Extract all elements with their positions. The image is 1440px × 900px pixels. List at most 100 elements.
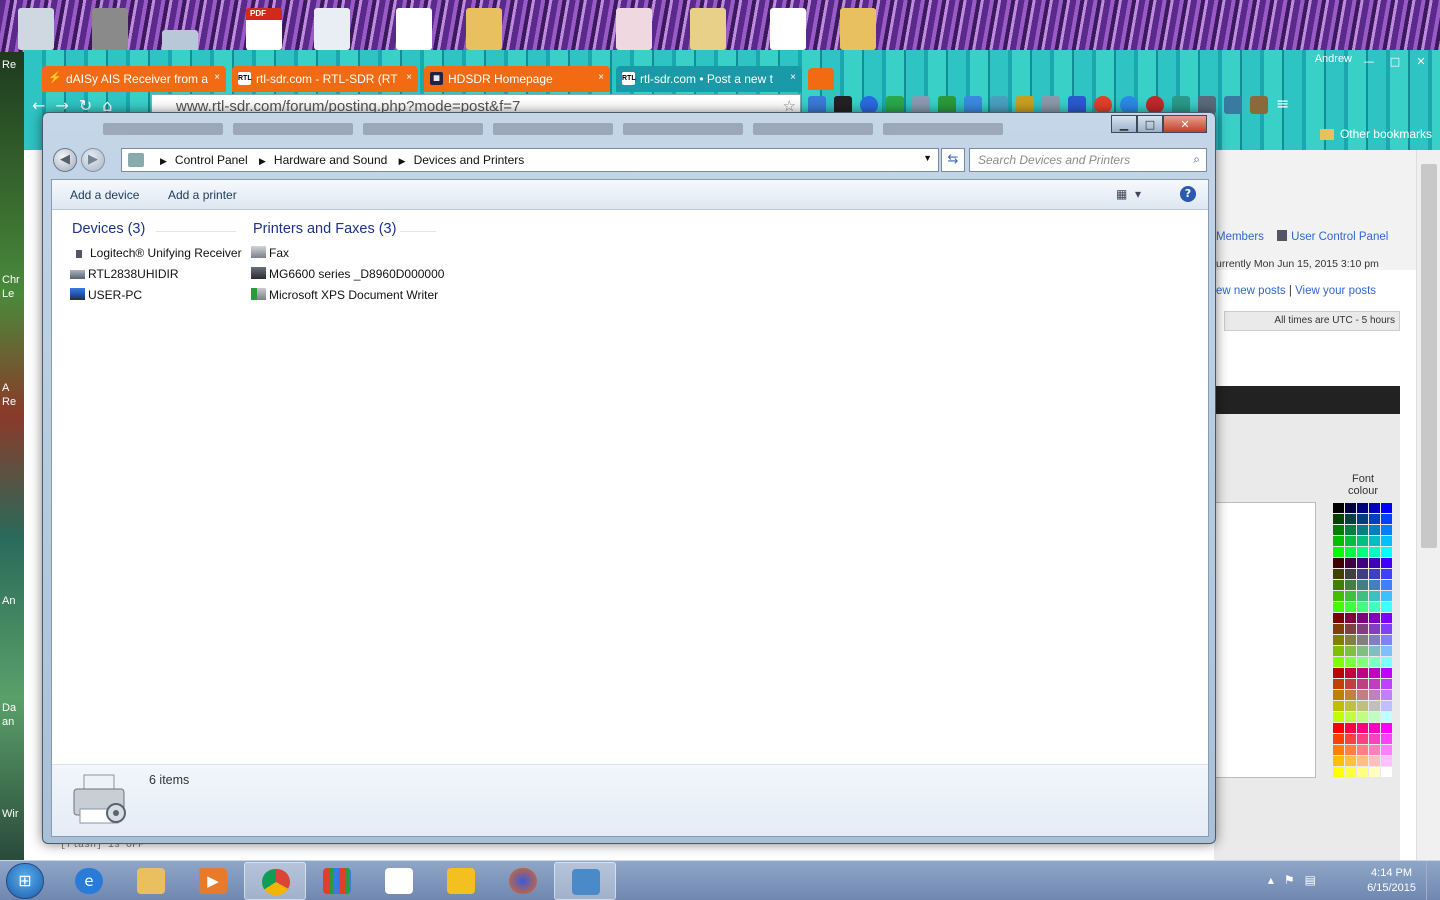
tab-rtl-sdr[interactable]: RTL rtl-sdr.com - RTL-SDR (RT ×: [232, 66, 418, 92]
colour-swatch[interactable]: [1381, 767, 1392, 777]
colour-swatch[interactable]: [1333, 646, 1344, 656]
tab-close-icon[interactable]: ×: [790, 72, 796, 83]
printer-mg6600[interactable]: MG6600 series _D8960D000000: [251, 267, 444, 281]
device-logitech-receiver[interactable]: Logitech® Unifying Receiver: [72, 246, 242, 260]
message-textarea[interactable]: [1214, 502, 1316, 778]
colour-swatch[interactable]: [1381, 591, 1392, 601]
colour-swatch[interactable]: [1381, 690, 1392, 700]
colour-swatch[interactable]: [1345, 668, 1356, 678]
colour-swatch[interactable]: [1345, 514, 1356, 524]
colour-swatch[interactable]: [1369, 745, 1380, 755]
taskbar-firefox[interactable]: [492, 862, 554, 900]
colour-swatch[interactable]: [1381, 679, 1392, 689]
colour-swatch[interactable]: [1345, 503, 1356, 513]
tab-close-icon[interactable]: ×: [598, 72, 604, 83]
colour-swatch[interactable]: [1369, 723, 1380, 733]
colour-swatch[interactable]: [1357, 668, 1368, 678]
colour-swatch[interactable]: [1381, 569, 1392, 579]
breadcrumb[interactable]: ▶ Control Panel ▶ Hardware and Sound ▶ Devi…: [121, 148, 939, 172]
colour-swatch[interactable]: [1333, 734, 1344, 744]
breadcrumb-devices-and-printers[interactable]: Devices and Printers: [414, 153, 525, 167]
notification-icon[interactable]: [616, 8, 652, 50]
show-desktop-button[interactable]: [1426, 861, 1440, 900]
colour-swatch[interactable]: [1381, 657, 1392, 667]
colour-swatch[interactable]: [1381, 701, 1392, 711]
colour-swatch[interactable]: [1381, 723, 1392, 733]
colour-swatch[interactable]: [1369, 767, 1380, 777]
colour-swatch[interactable]: [1345, 701, 1356, 711]
colour-swatch[interactable]: [1369, 514, 1380, 524]
taskbar-keep[interactable]: [430, 862, 492, 900]
colour-swatch[interactable]: [1369, 756, 1380, 766]
taskbar-file-explorer[interactable]: [120, 862, 182, 900]
tab-close-icon[interactable]: ×: [214, 72, 220, 83]
colour-swatch[interactable]: [1381, 646, 1392, 656]
chevron-right-icon[interactable]: ▶: [259, 156, 266, 166]
colour-palette[interactable]: [1333, 503, 1393, 777]
colour-swatch[interactable]: [1369, 613, 1380, 623]
colour-swatch[interactable]: [1381, 624, 1392, 634]
colour-swatch[interactable]: [1369, 679, 1380, 689]
colour-swatch[interactable]: [1345, 624, 1356, 634]
taskbar-devices-printers[interactable]: [554, 862, 616, 900]
colour-swatch[interactable]: [1357, 745, 1368, 755]
help-button[interactable]: ?: [1180, 186, 1196, 202]
colour-swatch[interactable]: [1381, 613, 1392, 623]
colour-swatch[interactable]: [1345, 602, 1356, 612]
pdf-file-icon[interactable]: PDF: [246, 8, 282, 50]
colour-swatch[interactable]: [1357, 525, 1368, 535]
colour-swatch[interactable]: [1345, 613, 1356, 623]
printers-group-header[interactable]: Printers and Faxes (3): [253, 221, 396, 237]
search-icon[interactable]: ⌕: [1193, 152, 1200, 167]
back-arrow-icon[interactable]: ←: [32, 96, 45, 115]
colour-swatch[interactable]: [1333, 558, 1344, 568]
colour-swatch[interactable]: [1369, 690, 1380, 700]
colour-swatch[interactable]: [1381, 580, 1392, 590]
close-button[interactable]: ✕: [1408, 52, 1434, 70]
view-your-posts-link[interactable]: View your posts: [1295, 285, 1376, 297]
colour-swatch[interactable]: [1333, 767, 1344, 777]
minimize-button[interactable]: —: [1356, 52, 1382, 70]
device-rtl2838[interactable]: RTL2838UHIDIR: [70, 267, 178, 281]
extension-icon[interactable]: [1224, 96, 1242, 114]
network-icon[interactable]: ▤: [1305, 873, 1316, 887]
taskbar-notepad[interactable]: [368, 862, 430, 900]
colour-swatch[interactable]: [1369, 591, 1380, 601]
colour-swatch[interactable]: [1333, 657, 1344, 667]
action-center-flag-icon[interactable]: ⚑: [1284, 873, 1295, 887]
colour-swatch[interactable]: [1369, 734, 1380, 744]
chevron-right-icon[interactable]: ▶: [160, 156, 167, 166]
colour-swatch[interactable]: [1357, 558, 1368, 568]
colour-swatch[interactable]: [1345, 745, 1356, 755]
colour-swatch[interactable]: [1333, 569, 1344, 579]
forward-button[interactable]: ▶: [81, 148, 105, 172]
colour-swatch[interactable]: [1369, 569, 1380, 579]
colour-swatch[interactable]: [1357, 635, 1368, 645]
colour-swatch[interactable]: [1369, 547, 1380, 557]
maximize-button[interactable]: □: [1137, 115, 1163, 133]
colour-swatch[interactable]: [1333, 701, 1344, 711]
colour-swatch[interactable]: [1357, 756, 1368, 766]
page-scrollbar[interactable]: [1416, 150, 1440, 860]
colour-swatch[interactable]: [1333, 580, 1344, 590]
colour-swatch[interactable]: [1333, 536, 1344, 546]
colour-swatch[interactable]: [1357, 613, 1368, 623]
colour-swatch[interactable]: [1345, 635, 1356, 645]
colour-swatch[interactable]: [1357, 723, 1368, 733]
breadcrumb-hardware-and-sound[interactable]: Hardware and Sound: [274, 153, 387, 167]
recycle-bin-icon[interactable]: [18, 8, 54, 50]
taskbar-media-player[interactable]: ▶: [182, 862, 244, 900]
colour-swatch[interactable]: [1381, 547, 1392, 557]
colour-swatch[interactable]: [1333, 745, 1344, 755]
close-button[interactable]: ✕: [1163, 115, 1207, 133]
colour-swatch[interactable]: [1333, 679, 1344, 689]
minimize-button[interactable]: ▁: [1111, 115, 1137, 133]
printer-xps-writer[interactable]: Microsoft XPS Document Writer: [251, 288, 438, 302]
chevron-up-icon[interactable]: ▴: [1268, 873, 1274, 887]
colour-swatch[interactable]: [1357, 701, 1368, 711]
colour-swatch[interactable]: [1333, 690, 1344, 700]
colour-swatch[interactable]: [1357, 503, 1368, 513]
colour-swatch[interactable]: [1333, 723, 1344, 733]
chevron-right-icon[interactable]: ▶: [399, 156, 406, 166]
colour-swatch[interactable]: [1369, 525, 1380, 535]
